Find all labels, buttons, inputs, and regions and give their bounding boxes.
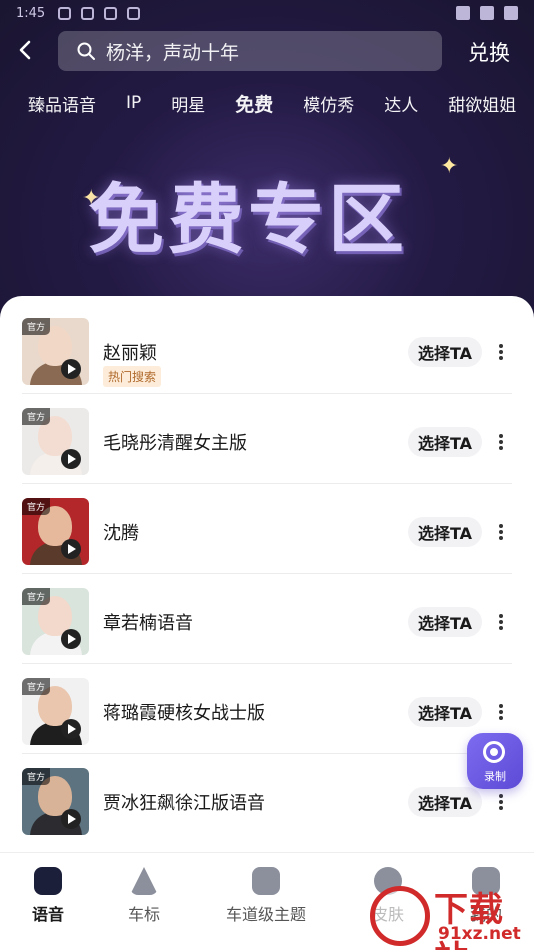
voice-name: 章若楠语音 bbox=[103, 613, 193, 634]
redeem-button[interactable]: 兑换 bbox=[468, 37, 510, 67]
search-placeholder: 杨洋，声动十年 bbox=[106, 41, 240, 64]
notification-icon bbox=[58, 7, 71, 20]
more-icon[interactable] bbox=[495, 702, 507, 722]
nav-label: 车标 bbox=[127, 905, 160, 924]
more-icon[interactable] bbox=[495, 612, 507, 632]
avatar: 官方 bbox=[22, 498, 89, 565]
avatar: 官方 bbox=[22, 408, 89, 475]
tab-influencer[interactable]: 达人 bbox=[384, 91, 418, 116]
record-icon bbox=[483, 741, 505, 763]
watermark-url: 91xz.net bbox=[438, 924, 521, 944]
select-button[interactable]: 选择TA bbox=[408, 607, 482, 637]
system-icons bbox=[456, 6, 518, 20]
tab-premium-voice[interactable]: 臻品语音 bbox=[28, 91, 96, 116]
select-button[interactable]: 选择TA bbox=[408, 697, 482, 727]
official-badge: 官方 bbox=[22, 678, 51, 695]
nav-label: 车道级主题 bbox=[225, 905, 306, 924]
search-icon bbox=[77, 42, 95, 60]
car-logo-icon bbox=[130, 867, 158, 895]
more-icon[interactable] bbox=[495, 522, 507, 542]
tab-free[interactable]: 免费 bbox=[235, 90, 273, 117]
tab-sweet-sister[interactable]: 甜欲姐姐 bbox=[448, 91, 516, 116]
more-icon[interactable] bbox=[495, 342, 507, 362]
notification-icons bbox=[58, 7, 140, 20]
select-button[interactable]: 选择TA bbox=[408, 787, 482, 817]
nav-item-voice[interactable]: 语音 bbox=[0, 867, 98, 925]
play-icon[interactable] bbox=[61, 629, 81, 649]
list-item[interactable]: 官方 章若楠语音 选择TA bbox=[22, 574, 512, 664]
official-badge: 官方 bbox=[22, 408, 51, 425]
record-button[interactable]: 录制 bbox=[467, 733, 523, 789]
voice-name: 贾冰狂飙徐江版语音 bbox=[103, 793, 265, 814]
status-bar: 1:45 bbox=[0, 0, 534, 28]
voice-name: 蒋璐霞硬核女战士版 bbox=[103, 703, 265, 724]
notification-icon bbox=[104, 7, 117, 20]
select-button[interactable]: 选择TA bbox=[408, 517, 482, 547]
play-icon[interactable] bbox=[61, 719, 81, 739]
nav-item-car-logo[interactable]: 车标 bbox=[94, 867, 194, 925]
play-icon[interactable] bbox=[61, 809, 81, 829]
play-icon[interactable] bbox=[61, 359, 81, 379]
play-icon[interactable] bbox=[61, 449, 81, 469]
play-icon[interactable] bbox=[61, 539, 81, 559]
list-item[interactable]: 官方 蒋璐霞硬核女战士版 选择TA bbox=[22, 664, 512, 754]
wifi-icon bbox=[480, 6, 494, 20]
category-tabs: 臻品语音 IP 明星 免费 模仿秀 达人 甜欲姐姐 bbox=[0, 88, 534, 118]
banner-title: 免费专区 bbox=[88, 175, 408, 264]
list-item[interactable]: 官方 贾冰狂飙徐江版语音 选择TA bbox=[22, 754, 512, 844]
avatar: 官方 bbox=[22, 678, 89, 745]
list-item[interactable]: 官方 赵丽颖 热门搜索 选择TA bbox=[22, 304, 512, 394]
more-icon[interactable] bbox=[495, 432, 507, 452]
hero-banner: 1:45 杨洋，声动十年 兑换 臻品语音 IP 明星 免费 模仿秀 达人 甜欲姐… bbox=[0, 0, 534, 320]
nav-item-lane-theme[interactable]: 车道级主题 bbox=[216, 867, 316, 925]
status-time: 1:45 bbox=[16, 6, 46, 21]
voice-list: 官方 赵丽颖 热门搜索 选择TA 官方 毛晓彤清醒女主版 选择TA 官方 沈腾 … bbox=[0, 296, 534, 856]
official-badge: 官方 bbox=[22, 318, 51, 335]
notification-icon bbox=[127, 7, 140, 20]
tab-ip[interactable]: IP bbox=[126, 93, 141, 113]
select-button[interactable]: 选择TA bbox=[408, 337, 482, 367]
watermark: 下载站 91xz.net bbox=[368, 880, 534, 950]
avatar: 官方 bbox=[22, 588, 89, 655]
voice-name: 毛晓彤清醒女主版 bbox=[103, 433, 247, 454]
notification-icon bbox=[81, 7, 94, 20]
location-icon bbox=[456, 6, 470, 20]
battery-icon bbox=[504, 6, 518, 20]
watermark-logo bbox=[370, 886, 430, 946]
record-label: 录制 bbox=[484, 770, 506, 783]
official-badge: 官方 bbox=[22, 498, 51, 515]
list-item[interactable]: 官方 毛晓彤清醒女主版 选择TA bbox=[22, 394, 512, 484]
voice-icon bbox=[34, 867, 62, 895]
hot-search-badge: 热门搜索 bbox=[103, 366, 162, 387]
tab-imitation[interactable]: 模仿秀 bbox=[303, 91, 354, 116]
tab-celebrity[interactable]: 明星 bbox=[171, 91, 205, 116]
more-icon[interactable] bbox=[495, 792, 507, 812]
list-item[interactable]: 官方 沈腾 选择TA bbox=[22, 484, 512, 574]
voice-name: 沈腾 bbox=[103, 523, 139, 544]
avatar: 官方 bbox=[22, 768, 89, 835]
nav-label: 语音 bbox=[31, 905, 64, 924]
official-badge: 官方 bbox=[22, 768, 51, 785]
top-bar: 杨洋，声动十年 兑换 bbox=[0, 30, 534, 74]
select-button[interactable]: 选择TA bbox=[408, 427, 482, 457]
search-input[interactable]: 杨洋，声动十年 bbox=[58, 31, 442, 71]
back-icon[interactable] bbox=[12, 36, 40, 64]
voice-name: 赵丽颖 bbox=[103, 343, 157, 364]
avatar: 官方 bbox=[22, 318, 89, 385]
sparkle-icon: ✦ bbox=[440, 154, 459, 179]
official-badge: 官方 bbox=[22, 588, 51, 605]
lane-theme-icon bbox=[252, 867, 280, 895]
